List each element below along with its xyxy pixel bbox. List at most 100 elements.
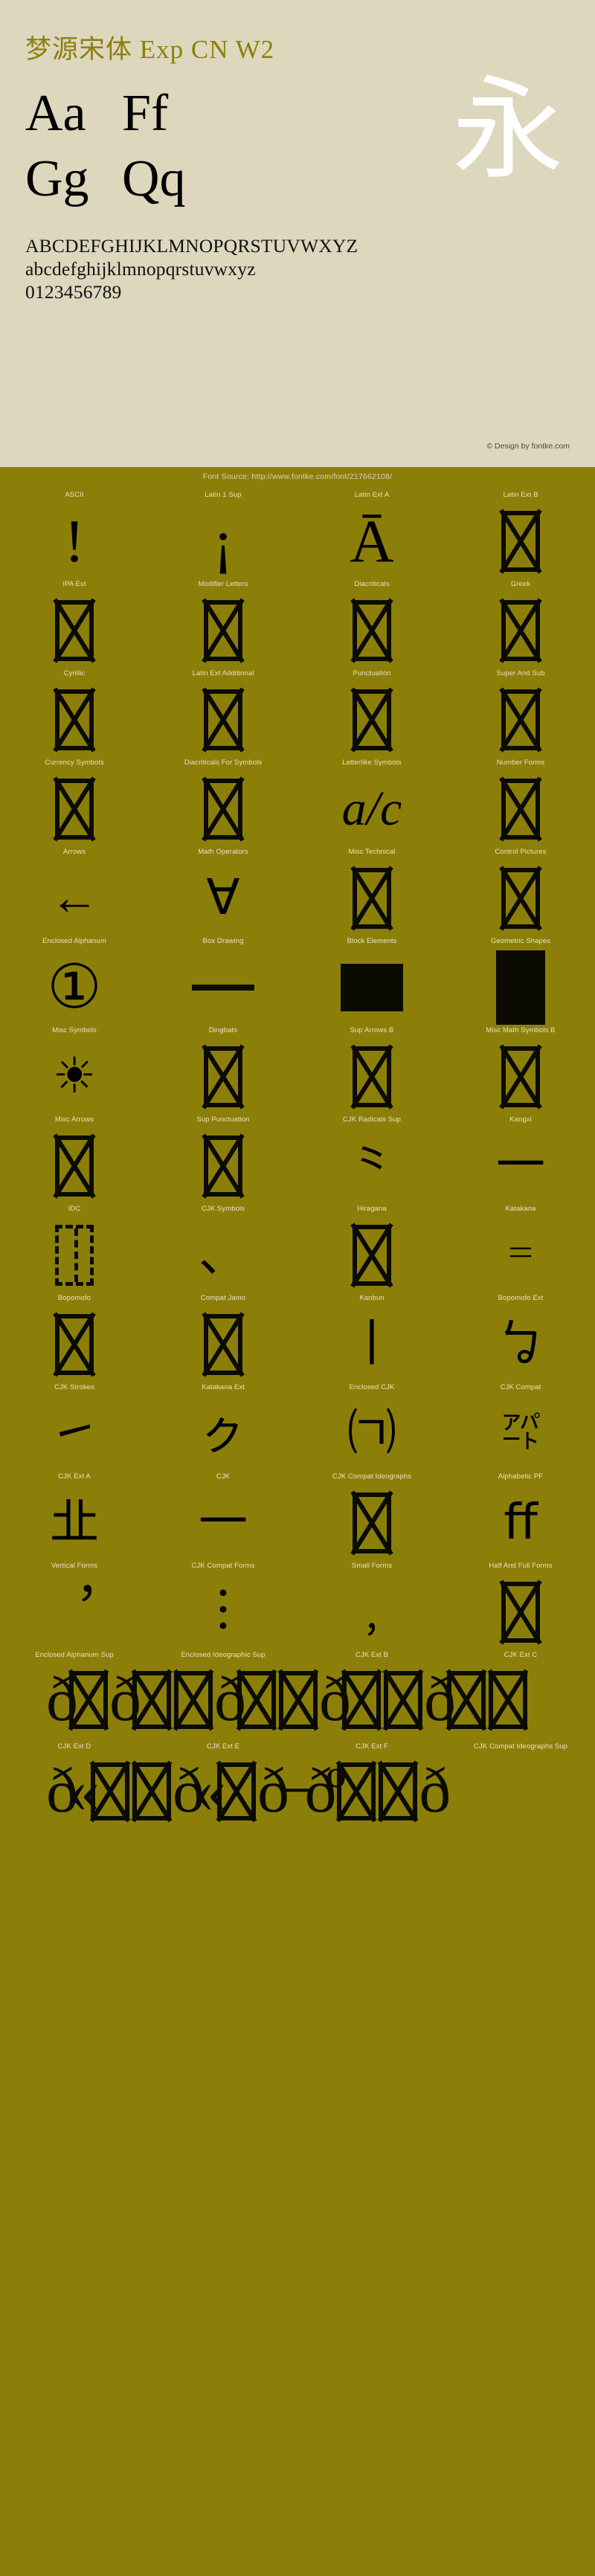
notdef-box-icon (353, 1493, 391, 1553)
unicode-block-cell[interactable]: IDC (0, 1205, 149, 1294)
sample-glyph-ff: Ff (122, 85, 169, 142)
unicode-block-cell[interactable]: Currency Symbols (0, 759, 149, 848)
unicode-block-label: Bopomofo Ext (498, 1294, 544, 1302)
unicode-block-label: Dingbats (208, 1026, 238, 1034)
block-sample-glyph: ← (0, 860, 149, 937)
wide-glyph-row: ð« ð« ð¬ðº ð (0, 1755, 595, 1834)
notdef-box-icon (353, 1046, 391, 1107)
glyph-character: ð (419, 1755, 451, 1826)
unicode-block-cell[interactable]: Kanbun 丨 (298, 1294, 446, 1383)
unicode-block-label: CJK Compat Ideographs (332, 1472, 412, 1481)
unicode-block-cell[interactable]: Block Elements (298, 937, 446, 1026)
unicode-block-cell[interactable]: CJK Ext A 㐀 (0, 1472, 149, 1562)
unicode-block-cell[interactable]: Bopomofo (0, 1294, 149, 1383)
unicode-block-cell[interactable]: Misc Technical (298, 848, 446, 937)
glyph-character: 㐀 (50, 1495, 99, 1550)
unicode-block-cell[interactable]: Latin Ext A Ā (298, 491, 446, 580)
unicode-block-label: CJK Compat Ideographs Sup (473, 1742, 568, 1751)
unicode-block-cell[interactable]: Latin 1 Sup ¡ (149, 491, 298, 580)
geometric-rect-icon (496, 950, 545, 1025)
notdef-box-icon (501, 600, 540, 661)
unicode-block-cell[interactable]: Super And Sub (446, 669, 595, 759)
block-sample-glyph (149, 681, 298, 759)
block-sample-glyph: ① (0, 949, 149, 1026)
block-sample-glyph (446, 681, 595, 759)
unicode-block-cell[interactable]: Dingbats (149, 1026, 298, 1115)
glyph-character: 一 (496, 1139, 545, 1193)
unicode-block-cell[interactable]: Kangxi 一 (446, 1115, 595, 1205)
block-sample-glyph (298, 1038, 446, 1115)
unicode-block-label: ASCII (65, 491, 84, 499)
unicode-block-cell[interactable]: Box Drawing (149, 937, 298, 1026)
block-sample-glyph (446, 503, 595, 580)
unicode-block-cell[interactable]: Control Pictures (446, 848, 595, 937)
unicode-block-label: Arrows (62, 848, 86, 856)
unicode-block-cell[interactable]: Greek (446, 580, 595, 669)
unicode-block-cell[interactable]: Katakana Ext ㇰ (149, 1383, 298, 1472)
glyph-character: « (68, 1755, 100, 1826)
block-sample-glyph: ㌀ (446, 1395, 595, 1472)
unicode-block-label: CJK Radicals Sup (342, 1115, 402, 1124)
glyph-character: ︙ (199, 1585, 248, 1639)
unicode-block-cell[interactable]: Letterlike Symbols a/c (298, 759, 446, 848)
block-sample-glyph: ㇰ (149, 1395, 298, 1472)
unicode-block-cell[interactable]: Bopomofo Ext ㆠ (446, 1294, 595, 1383)
unicode-block-cell[interactable]: CJK Strokes ㇀ (0, 1383, 149, 1472)
unicode-block-cell[interactable]: Enclosed CJK ㈀ (298, 1383, 446, 1472)
unicode-block-cell[interactable]: Vertical Forms ︐ (0, 1562, 149, 1651)
unicode-block-cell[interactable]: Small Forms ﹐ (298, 1562, 446, 1651)
unicode-block-cell[interactable]: ASCII! (0, 491, 149, 580)
glyph-character: ð (109, 1664, 141, 1734)
unicode-block-cell[interactable]: CJK Compat ㌀ (446, 1383, 595, 1472)
block-sample-glyph (149, 592, 298, 669)
unicode-block-cell[interactable]: CJK Compat Ideographs (298, 1472, 446, 1562)
glyph-character: ゠ (496, 1228, 545, 1282)
unicode-block-cell[interactable]: Misc Math Symbols B (446, 1026, 595, 1115)
notdef-box-icon (489, 1671, 527, 1729)
block-sample-glyph: ∀ (149, 860, 298, 937)
glyph-character: ð (257, 1755, 289, 1826)
unicode-block-cell[interactable]: CJK Radicals Sup ⺀ (298, 1115, 446, 1205)
sample-glyph-gg: Gg (25, 150, 89, 207)
unicode-block-cell[interactable]: Geometric Shapes (446, 937, 595, 1026)
unicode-block-cell[interactable]: Diacriticals For Symbols (149, 759, 298, 848)
block-sample-glyph: ㈀ (298, 1395, 446, 1472)
unicode-block-cell[interactable]: Hiragana (298, 1205, 446, 1294)
specimen-header: 梦源宋体 Exp CN W2 Aa Ff Gg Qq 永 ABCDEFGHIJK… (0, 0, 595, 467)
block-sample-glyph: ⺀ (298, 1127, 446, 1205)
unicode-block-label: Latin Ext Additional (192, 669, 254, 677)
unicode-block-cell[interactable]: Punctuation (298, 669, 446, 759)
block-sample-glyph (0, 1217, 149, 1294)
notdef-box-icon (501, 779, 540, 840)
unicode-block-cell[interactable]: Number Forms (446, 759, 595, 848)
unicode-block-cell[interactable]: Math Operators ∀ (149, 848, 298, 937)
unicode-block-cell[interactable]: Katakana ゠ (446, 1205, 595, 1294)
unicode-block-cell[interactable]: IPA Ext (0, 580, 149, 669)
unicode-block-cell[interactable]: Half And Full Forms (446, 1562, 595, 1651)
unicode-block-cell[interactable]: Latin Ext Additional (149, 669, 298, 759)
unicode-block-cell[interactable]: Modifier Letters (149, 580, 298, 669)
glyph-character: ① (47, 953, 102, 1021)
unicode-block-cell[interactable]: Misc Arrows (0, 1115, 149, 1205)
block-sample-glyph: ゠ (446, 1217, 595, 1294)
notdef-box-icon (279, 1671, 318, 1729)
unicode-block-cell[interactable]: Sup Punctuation (149, 1115, 298, 1205)
glyph-character: ⺀ (347, 1139, 396, 1193)
unicode-block-cell[interactable]: Arrows ← (0, 848, 149, 937)
unicode-block-cell[interactable]: CJK Symbols 、 (149, 1205, 298, 1294)
unicode-block-cell[interactable]: Latin Ext B (446, 491, 595, 580)
unicode-block-cell[interactable]: Cyrillic (0, 669, 149, 759)
unicode-block-label: Modifier Letters (198, 580, 248, 588)
unicode-block-cell[interactable]: CJK 一 (149, 1472, 298, 1562)
unicode-block-cell[interactable]: Sup Arrows B (298, 1026, 446, 1115)
unicode-block-cell[interactable]: Diacriticals (298, 580, 446, 669)
unicode-block-cell[interactable]: Alphabetic PF ﬀ (446, 1472, 595, 1562)
block-row: Vertical Forms ︐ CJK Compat Forms ︙ Small Fo… (0, 1562, 595, 1651)
glyph-character: ﬀ (504, 1495, 538, 1550)
unicode-block-cell[interactable]: Misc Symbols ☀ (0, 1026, 149, 1115)
unicode-block-cell[interactable]: Compat Jamo (149, 1294, 298, 1383)
unicode-block-label: Enclosed Ideographic Sup (181, 1651, 266, 1659)
unicode-block-cell[interactable]: Enclosed Alphanum ① (0, 937, 149, 1026)
unicode-block-label: Bopomofo (57, 1294, 91, 1302)
unicode-block-cell[interactable]: CJK Compat Forms ︙ (149, 1562, 298, 1651)
